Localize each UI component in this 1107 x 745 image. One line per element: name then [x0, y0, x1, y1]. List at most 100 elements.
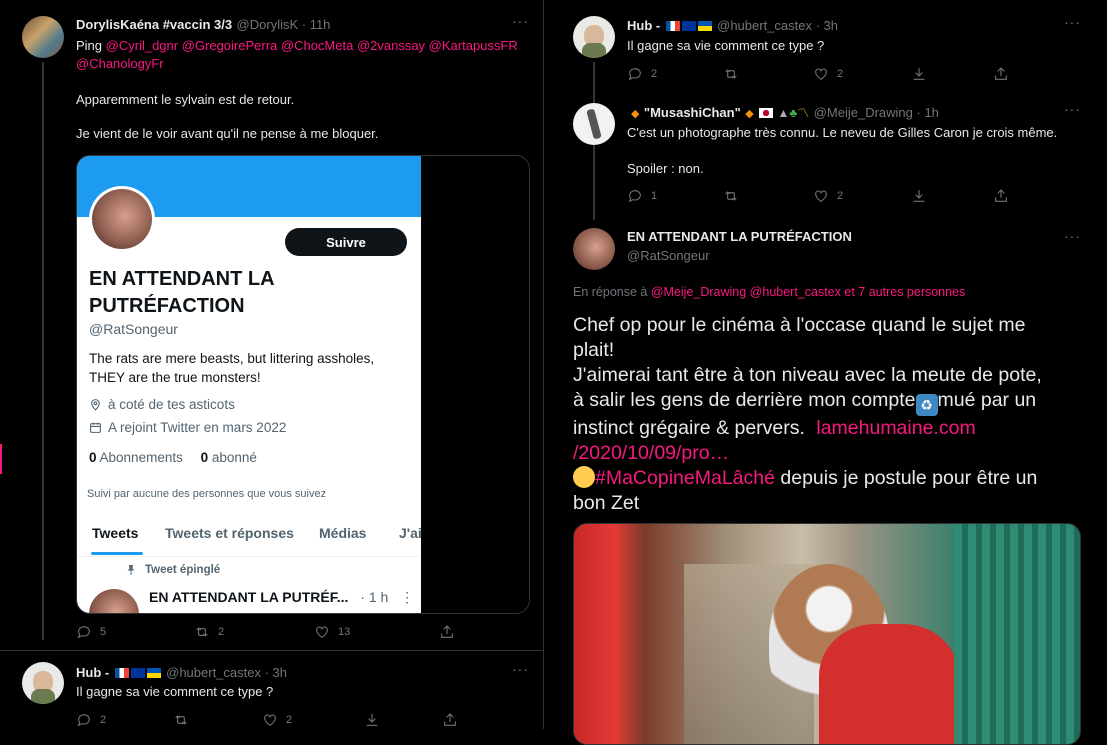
photo-red-robe — [819, 624, 959, 744]
reply-prefix: En réponse à — [573, 285, 648, 299]
download-icon — [913, 190, 925, 202]
retweet-button[interactable] — [173, 712, 262, 728]
retweet-icon — [175, 715, 187, 725]
following-label[interactable]: Abonnements — [100, 450, 183, 465]
retweet-button[interactable] — [723, 188, 813, 204]
pin-icon — [127, 565, 135, 575]
like-button[interactable]: 2 — [813, 188, 911, 204]
more-options-icon[interactable]: ··· — [1064, 14, 1081, 30]
like-button[interactable]: 2 — [813, 66, 911, 82]
share-button[interactable] — [993, 66, 1009, 82]
author-name[interactable]: EN ATTENDANT LA PUTRÉFACTION — [627, 229, 852, 244]
author-handle[interactable]: @hubert_castex · 3h — [166, 665, 287, 680]
like-count: 2 — [837, 190, 844, 202]
tab-likes[interactable]: J'ai — [399, 525, 422, 541]
text-fragment: instinct grégaire & pervers. — [573, 417, 805, 439]
more-options-icon[interactable]: ··· — [1064, 101, 1081, 117]
reply-icon — [628, 68, 641, 81]
reply-count: 5 — [100, 626, 107, 638]
retweet-button[interactable] — [723, 66, 813, 82]
reply-button[interactable]: 2 — [627, 66, 723, 82]
avatar[interactable] — [573, 103, 615, 145]
reply-icon — [77, 714, 90, 727]
author-name[interactable]: Hub - — [627, 18, 660, 33]
following-count[interactable]: 0 — [89, 450, 97, 465]
tweet-text-line: C'est un photographe très connu. Le neve… — [627, 125, 1058, 140]
more-options-icon[interactable]: ··· — [512, 13, 529, 29]
text-line: #MaCopineMaLâché depuis je postule pour … — [573, 466, 1093, 491]
tweet-photo[interactable] — [573, 523, 1081, 745]
share-icon — [444, 713, 456, 726]
text-fragment: depuis je postule pour être un — [780, 467, 1038, 489]
author-name[interactable]: "MusashiChan" — [644, 105, 741, 120]
mention-link[interactable]: @ChanologyFr — [76, 56, 164, 71]
reply-button[interactable]: 5 — [76, 624, 194, 640]
retweet-button[interactable]: 2 — [194, 624, 314, 640]
share-icon — [441, 625, 453, 638]
avatar[interactable] — [573, 228, 615, 270]
reply-mentions[interactable]: @Meije_Drawing @hubert_castex — [651, 285, 841, 299]
heart-icon — [316, 626, 328, 638]
tweet-text-line: Apparemment le sylvain est de retour. — [76, 92, 295, 107]
author-handle[interactable]: @DorylisK · 11h — [237, 17, 331, 32]
author-handle[interactable]: @RatSongeur — [627, 248, 710, 263]
text-line: J'aimerai tant être à ton niveau avec la… — [573, 364, 1042, 386]
share-button[interactable] — [442, 712, 458, 728]
download-button[interactable] — [911, 188, 993, 204]
thread-line — [42, 62, 44, 640]
reply-icon — [628, 190, 641, 203]
download-button[interactable] — [364, 712, 442, 728]
external-link[interactable]: /2020/10/09/pro… — [573, 441, 1093, 466]
tweet-text: Il gagne sa vie comment ce type ? — [76, 684, 274, 699]
more-options-icon: ⋮ — [400, 589, 415, 605]
follow-stats: 0 Abonnements 0 abonné — [89, 450, 257, 465]
hashtag-link[interactable]: #MaCopineMaLâché — [595, 467, 775, 489]
profile-name-line: EN ATTENDANT LA — [89, 268, 275, 290]
text-fragment: à salir les gens de derrière mon compte — [573, 389, 916, 411]
profile-tabs: Tweets Tweets et réponses Médias J'ai — [77, 516, 422, 557]
external-link[interactable]: lamehumaine.com — [816, 417, 975, 439]
pinned-tweet-header: EN ATTENDANT LA PUTRÉF... · 1 h ⋮ — [149, 589, 414, 606]
author-name[interactable]: DorylisKaéna #vaccin 3/3 — [76, 17, 232, 32]
profile-bio: The rats are mere beasts, but littering … — [89, 349, 374, 387]
tweet-header: ◆ "MusashiChan" ◆ ▲♣〽 @Meije_Drawing · 1… — [631, 104, 939, 122]
followers-count[interactable]: 0 — [201, 450, 209, 465]
share-button[interactable] — [993, 188, 1009, 204]
followers-label[interactable]: abonné — [212, 450, 257, 465]
like-count: 2 — [837, 68, 844, 80]
author-handle[interactable]: @hubert_castex · 3h — [717, 18, 838, 33]
like-button[interactable]: 2 — [262, 712, 364, 728]
retweet-icon — [725, 69, 737, 79]
tweet-header: Hub - @hubert_castex · 3h — [627, 17, 838, 35]
column-divider — [543, 0, 544, 729]
avatar[interactable] — [22, 16, 64, 58]
tab-media[interactable]: Médias — [319, 525, 366, 541]
tab-tweets[interactable]: Tweets — [92, 525, 138, 541]
active-tab-indicator — [91, 552, 143, 555]
author-name[interactable]: Hub - — [76, 665, 109, 680]
share-button[interactable] — [439, 624, 455, 640]
download-icon — [366, 714, 378, 726]
mention-links[interactable]: @Cyril_dgnr @GregoirePerra @ChocMeta @2v… — [106, 38, 518, 53]
tweet-text-line: Ping — [76, 38, 103, 53]
author-handle[interactable]: @Meije_Drawing · 1h — [814, 105, 939, 120]
focused-tweet-text: Chef op pour le cinéma à l'occase quand … — [573, 313, 1093, 516]
profile-joined: A rejoint Twitter en mars 2022 — [89, 420, 286, 435]
tab-replies[interactable]: Tweets et réponses — [165, 525, 294, 541]
reply-button[interactable]: 2 — [76, 712, 173, 728]
avatar[interactable] — [22, 662, 64, 704]
tweet-divider — [0, 650, 543, 651]
follow-button[interactable]: Suivre — [285, 228, 407, 256]
avatar[interactable] — [573, 16, 615, 58]
reply-button[interactable]: 1 — [627, 188, 723, 204]
reply-context: En réponse à @Meije_Drawing @hubert_cast… — [573, 285, 965, 299]
bio-line: The rats are mere beasts, but littering … — [89, 351, 375, 366]
like-button[interactable]: 13 — [314, 624, 439, 640]
diamond-icon: ◆ — [745, 108, 754, 120]
more-options-icon[interactable]: ··· — [1064, 228, 1081, 244]
more-options-icon[interactable]: ··· — [512, 661, 529, 677]
reply-others[interactable]: et 7 autres personnes — [844, 285, 965, 299]
download-button[interactable] — [911, 66, 993, 82]
tweet-media-image[interactable]: Suivre EN ATTENDANT LA PUTRÉFACTION @Rat… — [76, 155, 530, 614]
pinned-author: EN ATTENDANT LA PUTRÉF... — [149, 589, 349, 605]
